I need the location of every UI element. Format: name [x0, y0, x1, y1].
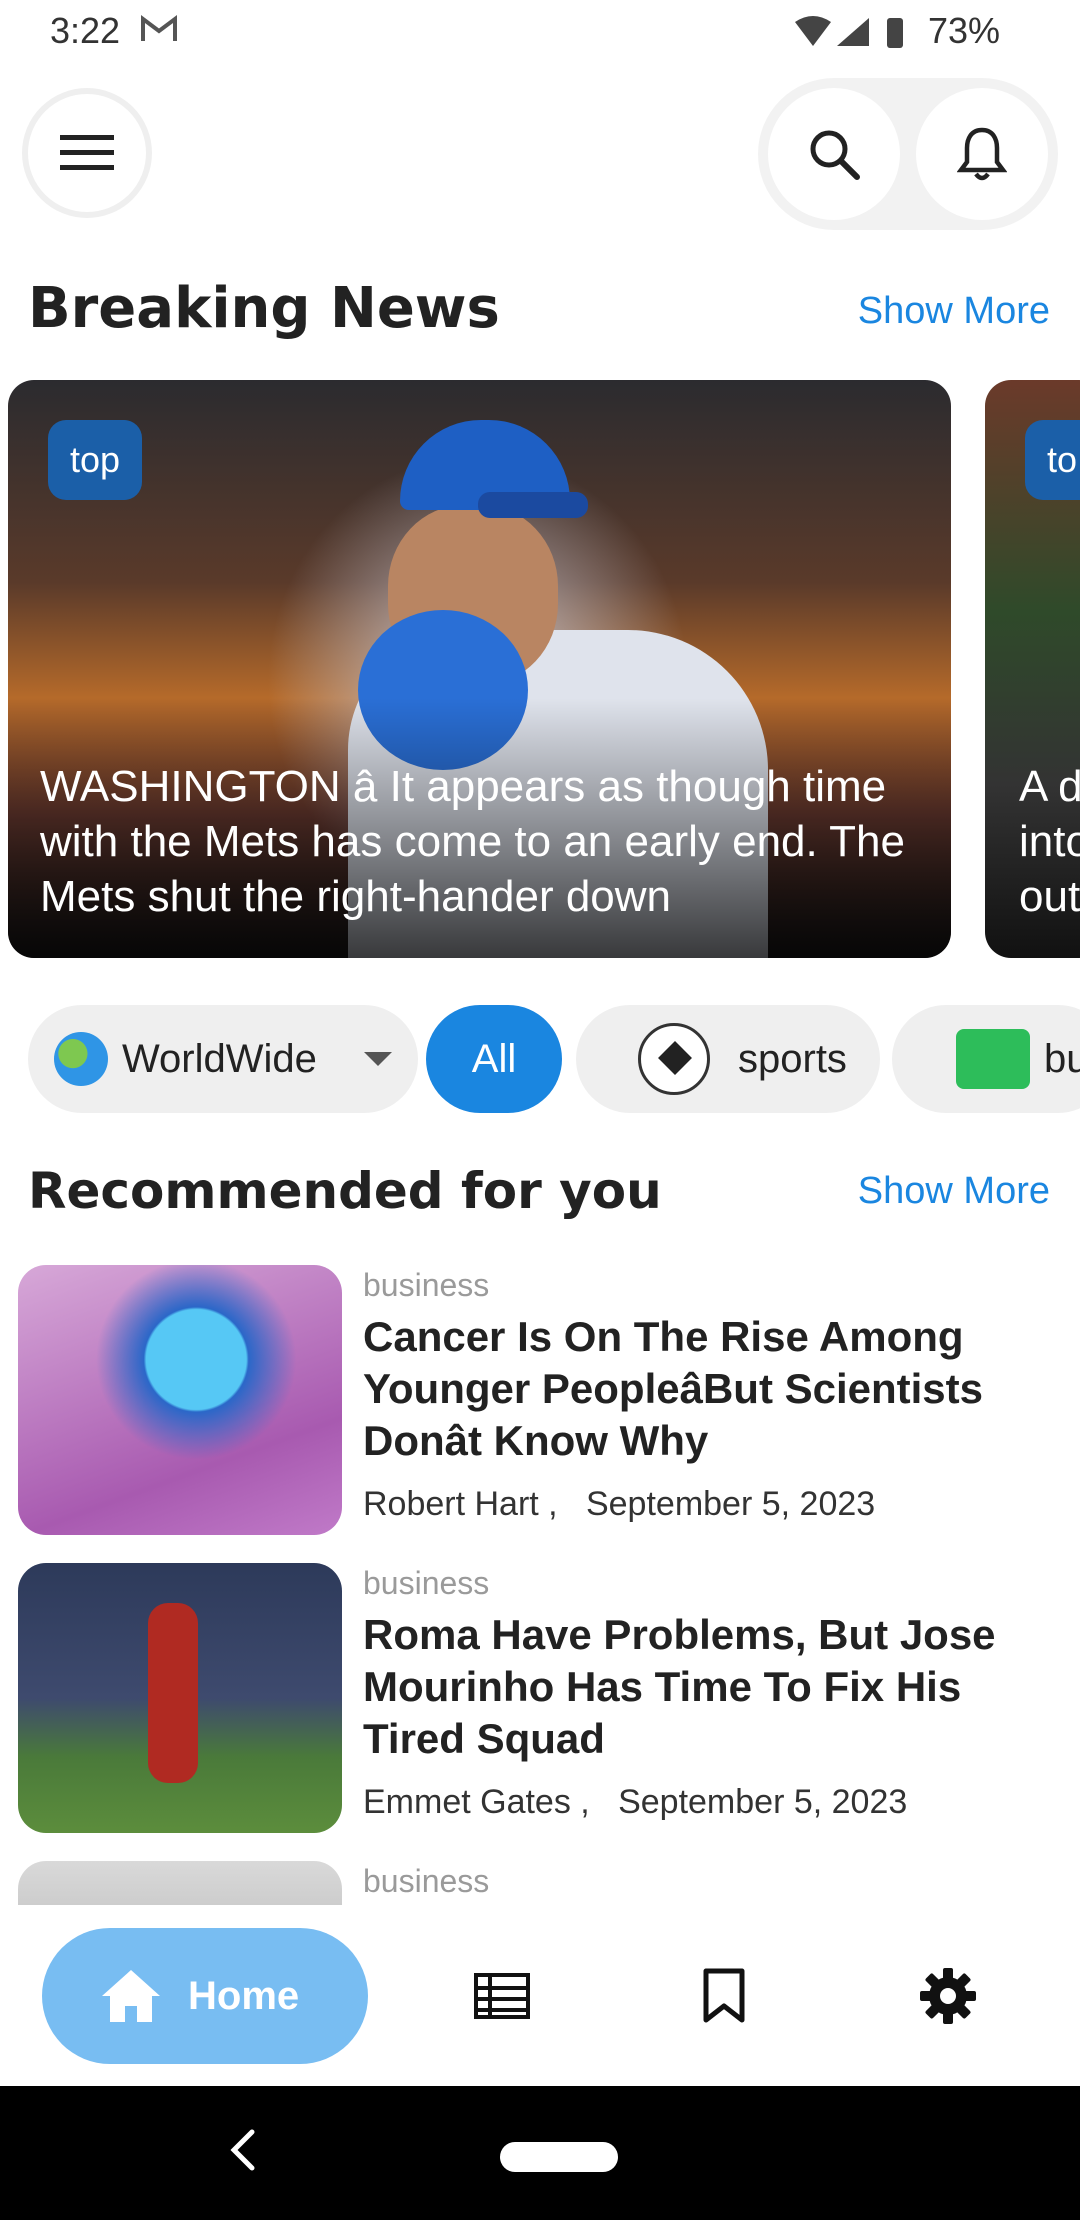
- card-tag: to: [1025, 420, 1080, 500]
- recommended-title: Recommended for you: [28, 1162, 662, 1220]
- bell-icon: [957, 127, 1007, 181]
- recommended-show-more-link[interactable]: Show More: [858, 1170, 1050, 1213]
- nav-home-button[interactable]: Home: [42, 1928, 368, 2064]
- chip-sports[interactable]: sports: [576, 1005, 880, 1113]
- top-actions-group: [758, 78, 1058, 230]
- home-icon: [102, 1970, 160, 2022]
- soccer-ball-icon: [638, 1023, 710, 1095]
- list-item[interactable]: business Roma Have Problems, But Jose Mo…: [0, 1563, 1080, 1833]
- card-image-visor: [478, 492, 588, 518]
- card-headline: A d into out: [1019, 762, 1080, 921]
- article-meta: Emmet Gates , September 5, 2023: [363, 1783, 908, 1821]
- article-date: September 5, 2023: [585, 1485, 876, 1523]
- money-icon: [956, 1029, 1030, 1089]
- article-date: September 5, 2023: [618, 1783, 908, 1821]
- nav-home-label: Home: [188, 1973, 300, 2018]
- article-category: business: [363, 1565, 490, 1601]
- region-dropdown[interactable]: WorldWide: [28, 1005, 418, 1113]
- chip-sports-label: sports: [738, 1036, 847, 1081]
- notification-button[interactable]: [916, 88, 1048, 220]
- chip-business-label: bu: [1044, 1036, 1080, 1081]
- article-title: Roma Have Problems, But Jose Mourinho Ha…: [363, 1611, 996, 1762]
- article-thumbnail: [18, 1563, 342, 1833]
- globe-icon: [54, 1032, 108, 1086]
- gmail-icon: [141, 15, 177, 41]
- search-icon: [810, 130, 860, 180]
- nav-settings-button[interactable]: [916, 1964, 980, 2028]
- gear-icon: [920, 1968, 976, 2024]
- article-meta: Robert Hart , September 5, 2023: [363, 1485, 876, 1523]
- status-bar: 3:22 73%: [0, 0, 1080, 64]
- nav-feed-button[interactable]: [470, 1964, 534, 2028]
- recommended-list: business Cancer Is On The Rise Among You…: [0, 1265, 1080, 1905]
- region-label: WorldWide: [122, 1036, 317, 1081]
- nav-bookmark-button[interactable]: [692, 1964, 756, 2028]
- article-title: Cancer Is On The Rise Among Younger Peop…: [363, 1313, 984, 1464]
- bottom-nav: Home: [0, 1906, 1080, 2086]
- menu-button[interactable]: [22, 88, 152, 218]
- battery-percent: 73%: [927, 10, 1000, 51]
- article-author: Robert Hart: [363, 1485, 539, 1523]
- system-home-pill[interactable]: [500, 2142, 618, 2172]
- system-navigation-bar: [0, 2086, 1080, 2220]
- back-icon[interactable]: [224, 2126, 264, 2174]
- menu-icon: [60, 135, 114, 170]
- chip-all[interactable]: All: [426, 1005, 562, 1113]
- article-category: business: [363, 1267, 490, 1303]
- chevron-down-icon: [364, 1052, 392, 1066]
- list-item[interactable]: business: [0, 1861, 1080, 1905]
- breaking-card[interactable]: top WASHINGTON â It appears as though ti…: [8, 380, 951, 958]
- bookmark-icon: [703, 1968, 745, 2023]
- chip-business[interactable]: bu: [892, 1005, 1080, 1113]
- article-thumbnail: [18, 1265, 342, 1535]
- status-time: 3:22: [50, 10, 121, 51]
- breaking-news-title: Breaking News: [28, 276, 500, 341]
- breaking-card-next[interactable]: to A d into out: [985, 380, 1080, 958]
- card-tag: top: [48, 420, 143, 500]
- signal-wifi-battery-icons: [795, 16, 903, 48]
- thumbnail-player: [148, 1603, 198, 1783]
- list-item[interactable]: business Cancer Is On The Rise Among You…: [0, 1265, 1080, 1535]
- category-chips: WorldWide All sports bu: [0, 1005, 1080, 1117]
- article-author: Emmet Gates: [363, 1783, 571, 1821]
- search-button[interactable]: [768, 88, 900, 220]
- card-headline: WASHINGTON â It appears as though time w…: [40, 762, 905, 921]
- article-category: business: [363, 1863, 490, 1899]
- list-icon: [474, 1973, 530, 2019]
- article-thumbnail: [18, 1861, 342, 1905]
- breaking-show-more-link[interactable]: Show More: [858, 290, 1050, 333]
